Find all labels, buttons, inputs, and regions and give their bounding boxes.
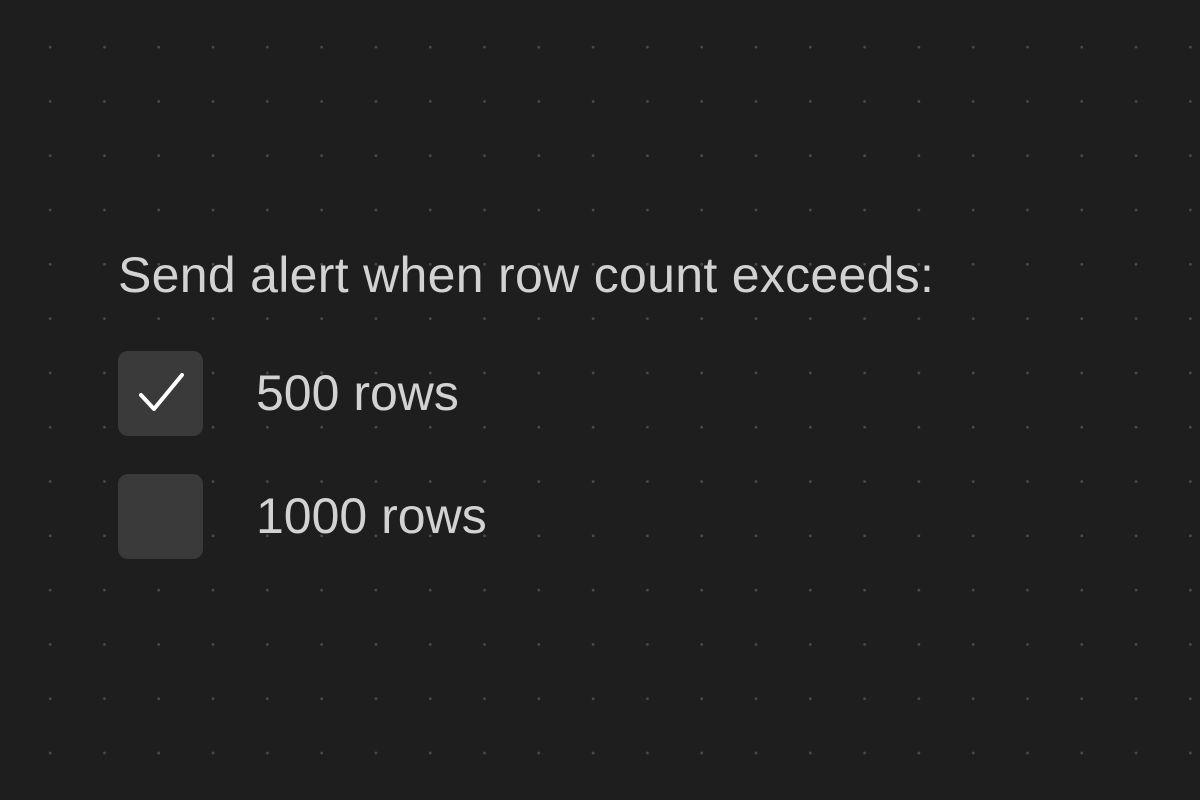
alert-prompt: Send alert when row count exceeds:	[118, 247, 935, 303]
option-500-rows[interactable]: 500 rows	[118, 350, 1118, 436]
alert-settings-screen: { "prompt": "Send alert when row count e…	[0, 0, 1200, 800]
option-1000-rows[interactable]: 1000 rows	[118, 473, 1118, 559]
checkbox-1000-rows[interactable]	[118, 473, 203, 559]
option-label-500-rows[interactable]: 500 rows	[256, 364, 459, 422]
checkbox-500-rows[interactable]	[118, 350, 203, 436]
alert-threshold-panel: Send alert when row count exceeds: 500 r…	[118, 240, 1118, 559]
option-label-1000-rows[interactable]: 1000 rows	[256, 487, 487, 545]
check-icon	[138, 373, 184, 411]
